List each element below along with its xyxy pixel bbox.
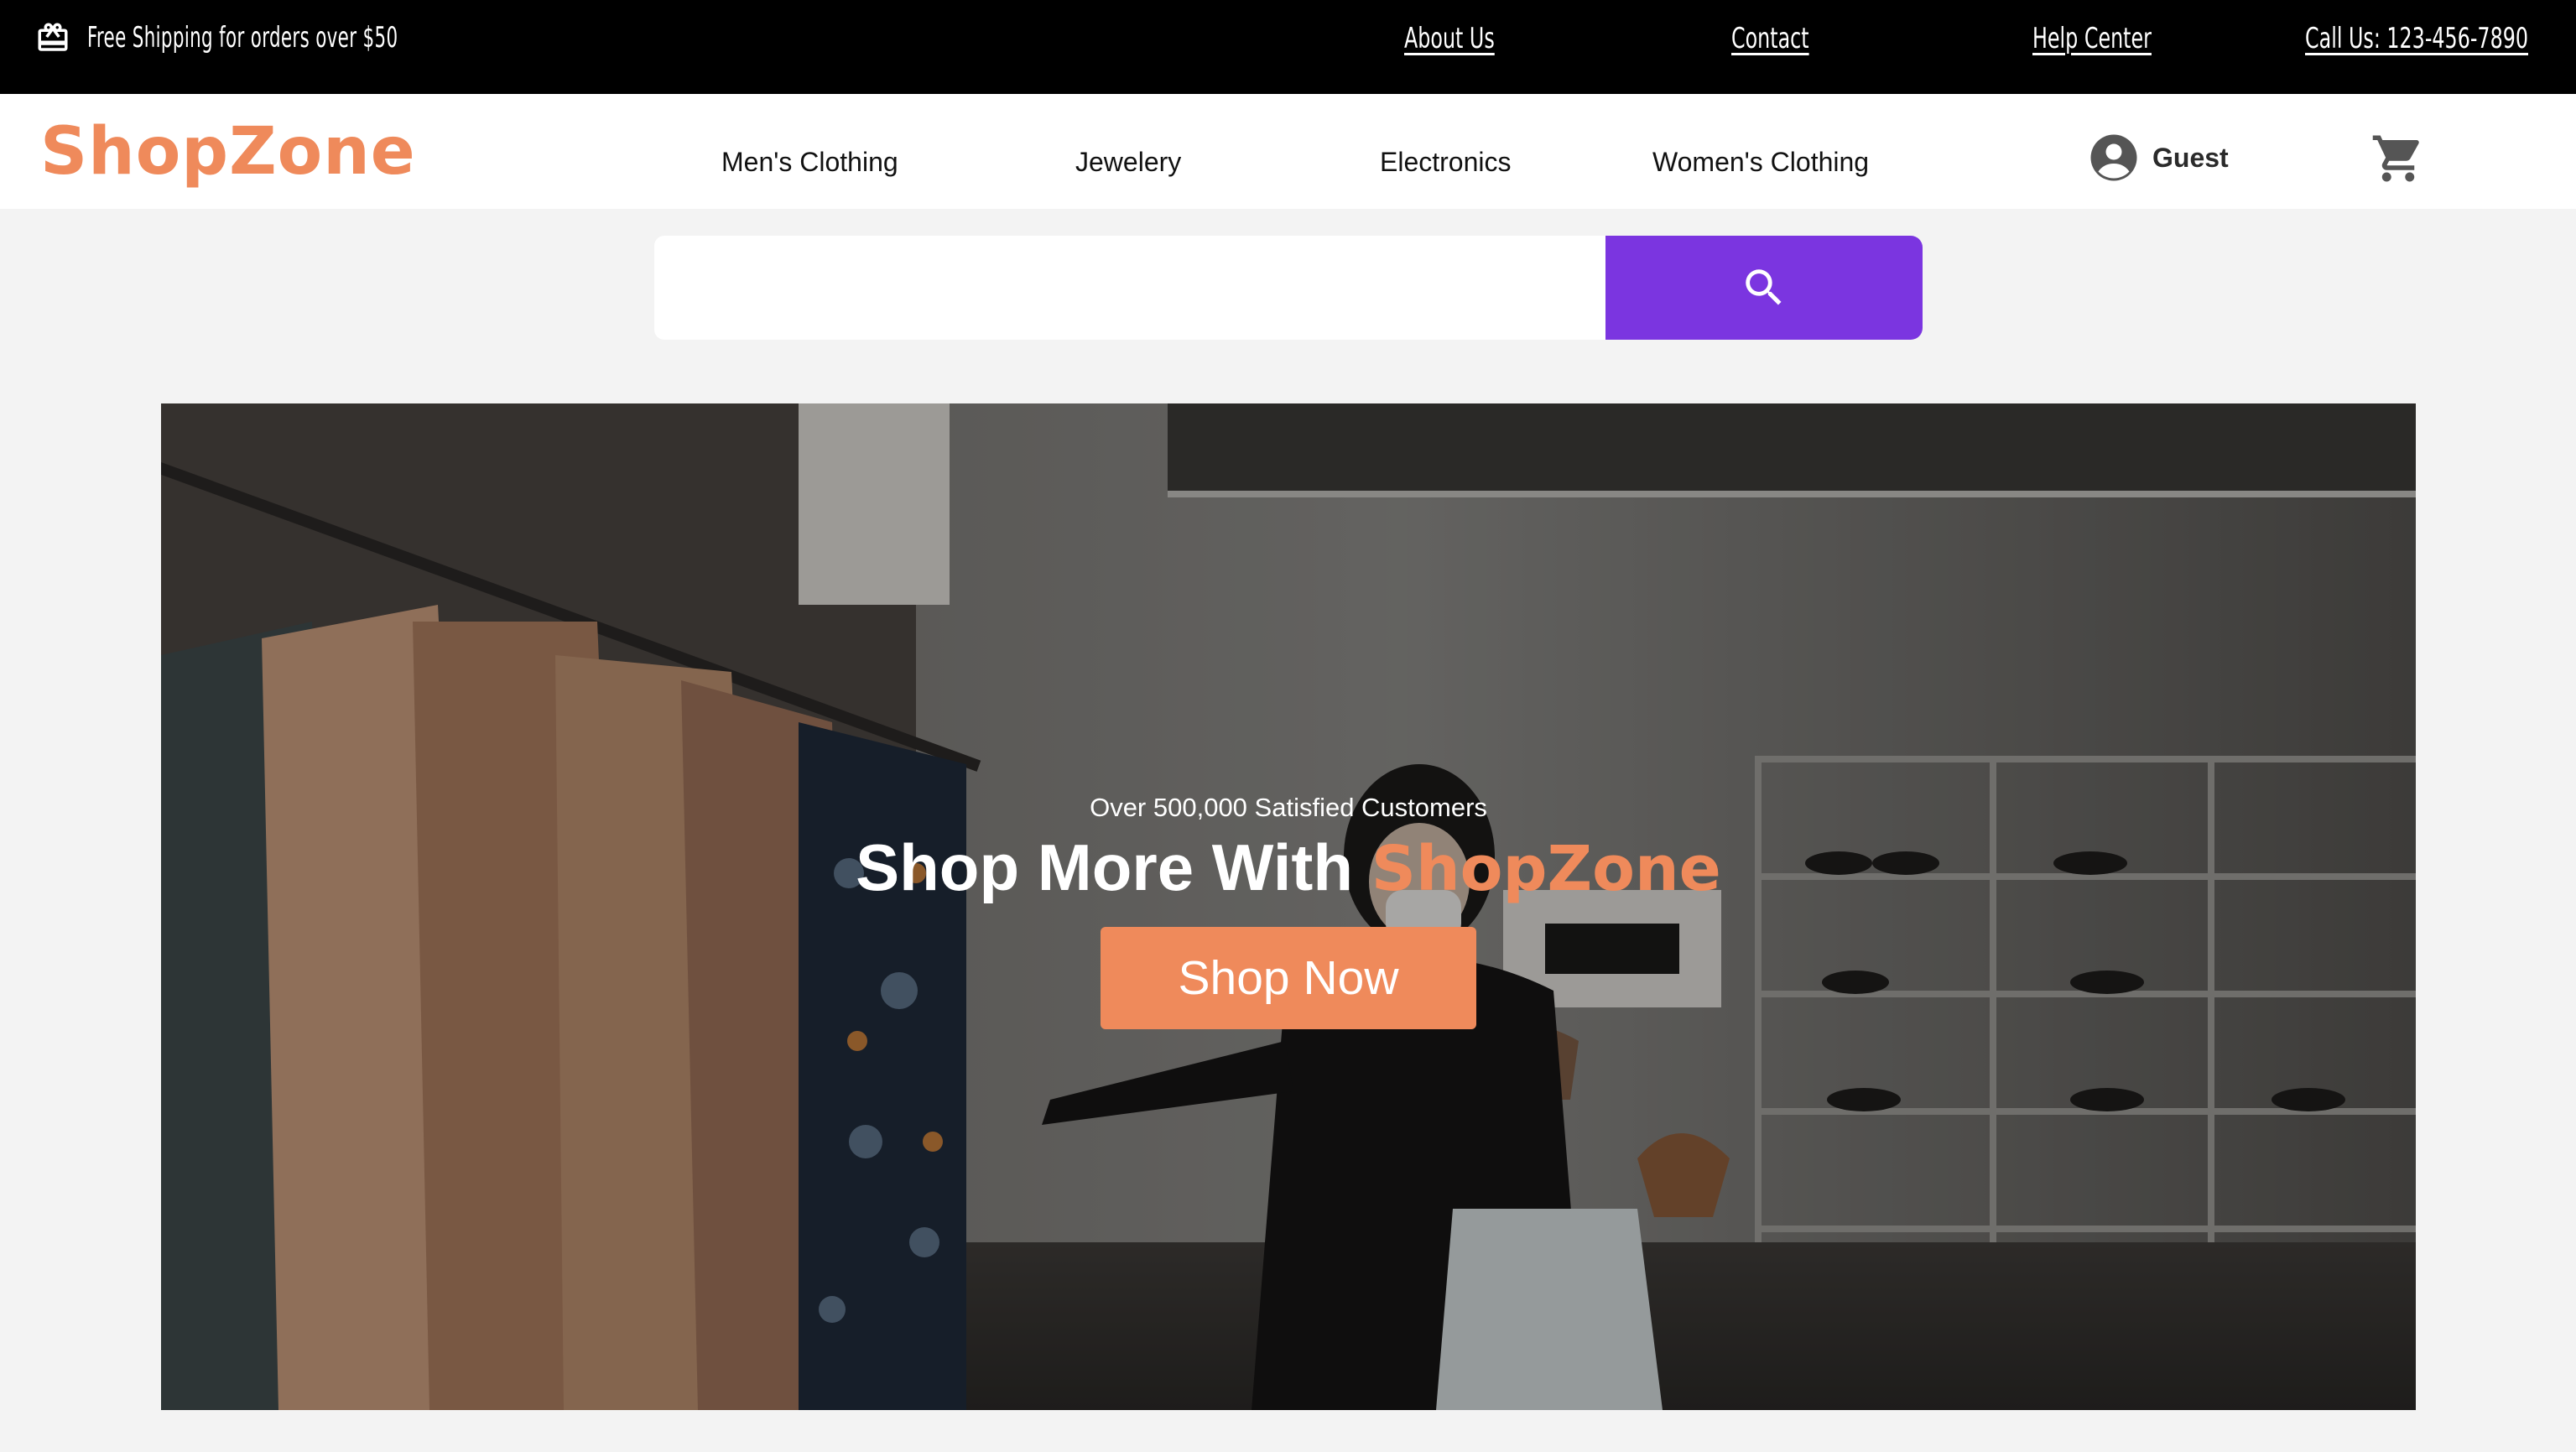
hero-title: Shop More With ShopZone — [161, 830, 2416, 907]
contact-link[interactable]: Contact — [1731, 22, 1809, 55]
search-bar — [654, 236, 1923, 340]
nav-mens-clothing[interactable]: Men's Clothing — [721, 147, 898, 177]
hero-title-prefix: Shop More With — [856, 830, 1354, 904]
about-us-link[interactable]: About Us — [1404, 22, 1495, 55]
help-center-link[interactable]: Help Center — [2032, 22, 2152, 55]
search-button[interactable] — [1605, 236, 1923, 340]
search-icon — [1746, 269, 1782, 305]
main-header: ShopZone Men's Clothing Jewelery Electro… — [0, 94, 2576, 209]
promo-text: Free Shipping for orders over $50 — [87, 21, 398, 55]
hero-subtitle: Over 500,000 Satisfied Customers — [1090, 793, 1487, 822]
account-circle-icon — [2090, 134, 2137, 181]
nav-electronics[interactable]: Electronics — [1380, 147, 1512, 177]
hero-banner: Over 500,000 Satisfied Customers Shop Mo… — [161, 403, 2416, 1410]
user-account[interactable]: Guest — [2089, 133, 2229, 183]
hero-content: Over 500,000 Satisfied Customers Shop Mo… — [161, 789, 2416, 1029]
shop-now-button[interactable]: Shop Now — [1101, 927, 1476, 1029]
nav-womens-clothing[interactable]: Women's Clothing — [1652, 147, 1869, 177]
hero-title-brand: ShopZone — [1371, 833, 1721, 905]
search-input[interactable] — [654, 236, 1605, 340]
call-us-link[interactable]: Call Us: 123-456-7890 — [2305, 22, 2528, 55]
gift-card-icon — [38, 23, 68, 51]
nav-jewelery[interactable]: Jewelery — [1075, 147, 1181, 177]
shopzone-logo[interactable]: ShopZone — [40, 119, 416, 185]
top-promo-bar: Free Shipping for orders over $50 About … — [0, 0, 2576, 94]
shopping-cart-icon[interactable] — [2370, 131, 2426, 186]
user-label: Guest — [2152, 142, 2229, 173]
free-shipping-promo: Free Shipping for orders over $50 — [35, 17, 531, 59]
